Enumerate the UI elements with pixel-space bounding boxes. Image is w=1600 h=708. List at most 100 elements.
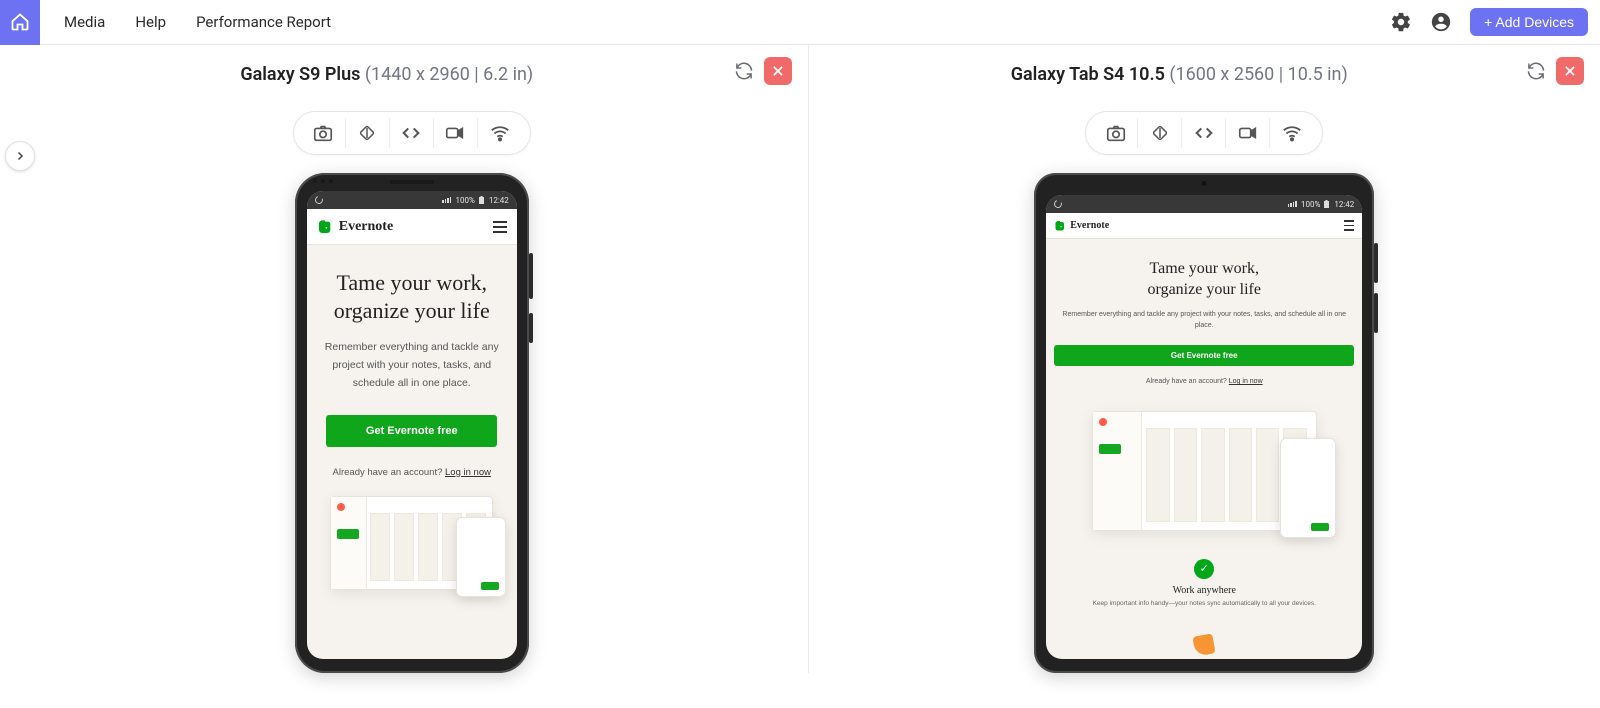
rotate-button[interactable] xyxy=(1138,118,1182,148)
record-button[interactable] xyxy=(1226,118,1270,148)
reload-icon xyxy=(735,62,753,80)
globe-icon: ✓ xyxy=(1194,559,1214,579)
site-body: Tame your work,organize your life Rememb… xyxy=(307,245,517,659)
video-icon xyxy=(444,122,466,144)
brand-text: Evernote xyxy=(1070,220,1109,231)
feature-work-anywhere: ✓ Work anywhere Keep important info hand… xyxy=(1054,559,1354,607)
close-device-button[interactable] xyxy=(1556,57,1584,85)
device-frame-phone: 100% 12:42 Evernote xyxy=(295,173,529,673)
clock-text: 12:42 xyxy=(489,196,509,205)
status-bar: 100% 12:42 xyxy=(1046,195,1362,213)
device-spec: (1440 x 2960 | 6.2 in) xyxy=(365,64,533,85)
site-body: Tame your work,organize your life Rememb… xyxy=(1046,239,1362,659)
menu-performance-report[interactable]: Performance Report xyxy=(196,13,331,31)
device-screen[interactable]: 100% 12:42 Evernote xyxy=(307,191,517,659)
camera-icon xyxy=(312,122,334,144)
signal-icon xyxy=(1288,201,1297,207)
chevron-right-icon xyxy=(14,150,26,162)
gear-icon xyxy=(1390,11,1412,33)
home-icon xyxy=(10,12,30,32)
cta-button[interactable]: Get Evernote free xyxy=(326,415,497,447)
product-screenshot xyxy=(1092,411,1317,531)
hamburger-button[interactable] xyxy=(493,221,507,233)
settings-button[interactable] xyxy=(1390,11,1412,33)
product-screenshot xyxy=(330,496,493,590)
login-prompt: Already have an account? Log in now xyxy=(315,467,509,478)
device-screen[interactable]: 100% 12:42 Evernote xyxy=(1046,195,1362,659)
feature-title: Work anywhere xyxy=(1054,585,1354,596)
home-button[interactable] xyxy=(0,0,40,45)
elephant-icon xyxy=(1054,220,1066,232)
headline: Tame your work,organize your life xyxy=(1054,259,1354,301)
close-device-button[interactable] xyxy=(764,57,792,85)
add-devices-button[interactable]: + Add Devices xyxy=(1470,8,1588,36)
loading-spinner-icon xyxy=(1053,199,1064,210)
battery-icon xyxy=(479,196,485,204)
main-menu: Media Help Performance Report xyxy=(64,13,331,31)
battery-text: 100% xyxy=(455,196,474,205)
screenshot-button[interactable] xyxy=(302,118,346,148)
camera-icon xyxy=(1105,122,1127,144)
topbar-right: + Add Devices xyxy=(1390,8,1588,36)
device-frame-tablet: 100% 12:42 Evernote xyxy=(1034,173,1374,673)
code-icon xyxy=(400,122,422,144)
device-name: Galaxy Tab S4 10.5 xyxy=(1011,64,1165,85)
hamburger-button[interactable] xyxy=(1344,220,1354,231)
device-title: Galaxy S9 Plus (1440 x 2960 | 6.2 in) xyxy=(240,64,533,85)
evernote-logo[interactable]: Evernote xyxy=(317,219,393,235)
menu-help[interactable]: Help xyxy=(135,13,166,31)
close-icon xyxy=(1563,64,1577,78)
device-title: Galaxy Tab S4 10.5 (1600 x 2560 | 10.5 i… xyxy=(1011,64,1348,85)
reload-icon xyxy=(1527,62,1545,80)
device-toolbar xyxy=(1085,111,1323,155)
reload-button[interactable] xyxy=(730,57,758,85)
site-header: Evernote xyxy=(1046,213,1362,239)
devtools-button[interactable] xyxy=(1182,118,1226,148)
rotate-icon xyxy=(1150,123,1170,143)
site-header: Evernote xyxy=(307,209,517,245)
subheadline: Remember everything and tackle any proje… xyxy=(315,339,509,393)
wifi-icon xyxy=(1281,122,1303,144)
brand-text: Evernote xyxy=(339,219,393,235)
login-link[interactable]: Log in now xyxy=(1229,378,1263,385)
topbar: Media Help Performance Report + Add Devi… xyxy=(0,0,1600,45)
screenshot-button[interactable] xyxy=(1094,118,1138,148)
login-prompt: Already have an account? Log in now xyxy=(1054,378,1354,385)
wifi-icon xyxy=(489,122,511,144)
pin-icon xyxy=(1193,633,1216,656)
network-button[interactable] xyxy=(478,118,522,148)
account-button[interactable] xyxy=(1430,11,1452,33)
video-icon xyxy=(1237,122,1259,144)
battery-text: 100% xyxy=(1301,200,1320,209)
feature-desc: Keep important info handy—your notes syn… xyxy=(1054,600,1354,607)
record-button[interactable] xyxy=(434,118,478,148)
elephant-icon xyxy=(317,219,333,235)
subheadline: Remember everything and tackle any proje… xyxy=(1054,309,1354,331)
network-button[interactable] xyxy=(1270,118,1314,148)
login-link[interactable]: Log in now xyxy=(445,467,491,478)
code-icon xyxy=(1193,122,1215,144)
cta-button[interactable]: Get Evernote free xyxy=(1054,345,1354,366)
status-bar: 100% 12:42 xyxy=(307,191,517,209)
device-panel-tablet: Galaxy Tab S4 10.5 (1600 x 2560 | 10.5 i… xyxy=(809,45,1600,673)
battery-icon xyxy=(1324,200,1330,208)
evernote-logo[interactable]: Evernote xyxy=(1054,220,1109,232)
headline: Tame your work,organize your life xyxy=(315,269,509,325)
device-name: Galaxy S9 Plus xyxy=(240,64,360,85)
menu-media[interactable]: Media xyxy=(64,13,105,31)
device-toolbar xyxy=(293,111,531,155)
rotate-icon xyxy=(357,123,377,143)
account-icon xyxy=(1430,11,1452,33)
close-icon xyxy=(771,64,785,78)
device-panel-phone: Galaxy S9 Plus (1440 x 2960 | 6.2 in) xyxy=(16,45,809,673)
signal-icon xyxy=(442,197,451,203)
sidebar-expand-button[interactable] xyxy=(5,141,35,171)
loading-spinner-icon xyxy=(313,195,324,206)
devtools-button[interactable] xyxy=(390,118,434,148)
device-spec: (1600 x 2560 | 10.5 in) xyxy=(1169,64,1347,85)
reload-button[interactable] xyxy=(1522,57,1550,85)
clock-text: 12:42 xyxy=(1334,200,1354,209)
rotate-button[interactable] xyxy=(346,118,390,148)
feature-remember-everything: Remember everything xyxy=(1054,635,1354,659)
workspace: Galaxy S9 Plus (1440 x 2960 | 6.2 in) xyxy=(0,45,1600,673)
